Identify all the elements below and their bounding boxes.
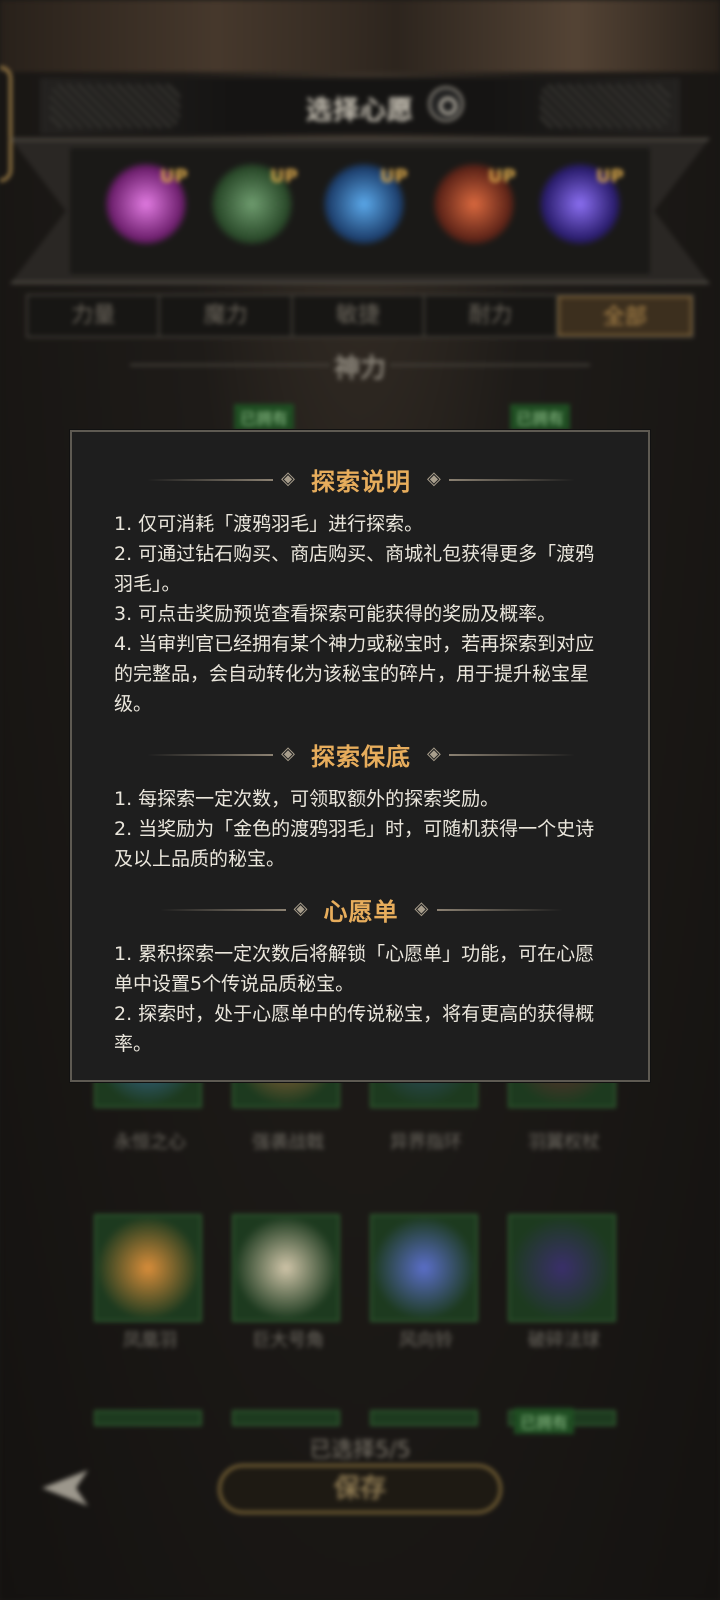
top-artwork [0, 0, 720, 72]
search-icon[interactable] [428, 86, 464, 122]
section-wishlist: 心愿单 1. 累积探索一定次数后将解锁「心愿单」功能，可在心愿单中设置5个传说品… [114, 892, 608, 1059]
section-header: 探索说明 [114, 462, 608, 497]
page-title: 选择心愿 [305, 96, 414, 126]
item-label: 永恒之心 [114, 1132, 186, 1153]
ornament-right-icon [425, 743, 575, 764]
tab-magic[interactable]: 魔力 [160, 296, 293, 336]
info-dialog: 探索说明 1. 仅可消耗「渡鸦羽毛」进行探索。 2. 可通过钻石购买、商店购买、… [70, 430, 650, 1082]
ornament-left-icon [147, 468, 297, 489]
section-guarantee: 探索保底 1. 每探索一定次数，可领取额外的探索奖励。 2. 当奖励为「金色的渡… [114, 737, 608, 874]
up-badge: UP [596, 166, 624, 187]
up-badge: UP [380, 166, 408, 187]
item-tile[interactable] [370, 1214, 478, 1322]
rule-item: 1. 仅可消耗「渡鸦羽毛」进行探索。 [114, 513, 424, 535]
section-header: 心愿单 [114, 892, 608, 927]
item-label: 巨大号角 [252, 1330, 324, 1351]
rule-item: 1. 累积探索一定次数后将解锁「心愿单」功能，可在心愿单中设置5个传说品质秘宝。 [114, 943, 595, 995]
item-tile[interactable] [370, 1410, 478, 1426]
up-badge: UP [270, 166, 298, 187]
back-arrow-icon[interactable] [38, 1466, 92, 1510]
tab-strength[interactable]: 力量 [28, 296, 161, 336]
section-exploration-rules: 探索说明 1. 仅可消耗「渡鸦羽毛」进行探索。 2. 可通过钻石购买、商店购买、… [114, 462, 608, 719]
item-tile[interactable] [232, 1214, 340, 1322]
selected-count: 已选择5/5 [309, 1438, 411, 1463]
up-badge: UP [488, 166, 516, 187]
owned-badge: 已拥有 [514, 1408, 575, 1434]
rule-item: 2. 探索时，处于心愿单中的传说秘宝，将有更高的获得概率。 [114, 1003, 595, 1055]
item-label: 强袭战戟 [252, 1132, 324, 1153]
section-title: 探索保底 [311, 743, 411, 771]
owned-badge: 已拥有 [510, 404, 571, 430]
item-tile[interactable] [232, 1410, 340, 1426]
rule-item: 2. 当奖励为「金色的渡鸦羽毛」时，可随机获得一个史诗及以上品质的秘宝。 [114, 818, 595, 870]
ornament-right-icon [413, 898, 563, 919]
item-label: 羽翼权杖 [528, 1132, 600, 1153]
section-header: 探索保底 [114, 737, 608, 772]
rule-item: 4. 当审判官已经拥有某个神力或秘宝时，若再探索到对应的完整品，会自动转化为该秘… [114, 633, 595, 715]
attribute-tabs: 力量 魔力 敏捷 耐力 全部 [26, 294, 694, 338]
tab-endurance[interactable]: 耐力 [425, 296, 558, 336]
section-title: 神力 [333, 354, 386, 384]
rule-item: 3. 可点击奖励预览查看探索可能获得的奖励及概率。 [114, 603, 557, 625]
owned-badge: 已拥有 [234, 404, 295, 430]
ornament-right-icon [425, 468, 575, 489]
ornament-left-icon [147, 743, 297, 764]
item-label: 风向铃 [399, 1330, 453, 1351]
ornament-left-icon [159, 898, 310, 919]
section-title: 探索说明 [311, 468, 411, 496]
save-button[interactable]: 保存 [218, 1464, 502, 1514]
rule-item: 1. 每探索一定次数，可领取额外的探索奖励。 [114, 788, 500, 810]
tab-agility[interactable]: 敏捷 [292, 296, 426, 336]
up-badge: UP [160, 166, 188, 187]
rule-item: 2. 可通过钻石购买、商店购买、商城礼包获得更多「渡鸦羽毛」。 [114, 543, 595, 595]
item-label: 异界指环 [390, 1132, 462, 1153]
item-tile[interactable] [94, 1410, 202, 1426]
item-tile[interactable] [94, 1214, 202, 1322]
item-label: 破碎法球 [528, 1330, 600, 1351]
item-label: 凤凰羽 [123, 1330, 177, 1351]
section-title: 心愿单 [323, 898, 399, 926]
item-tile[interactable] [508, 1214, 616, 1322]
tab-all[interactable]: 全部 [557, 296, 693, 336]
